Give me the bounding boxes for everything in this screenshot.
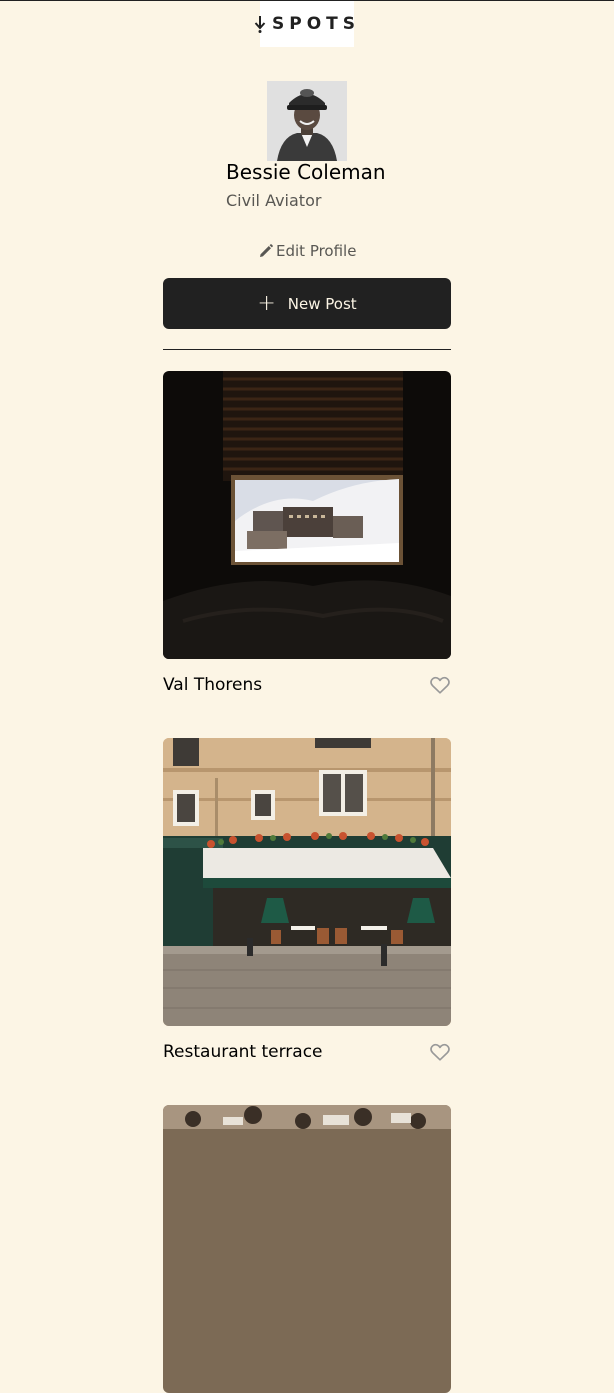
logo-text: SPOTS bbox=[272, 14, 360, 34]
header: SPOTS bbox=[254, 1, 355, 47]
spots-logo-icon bbox=[254, 16, 266, 33]
card-footer: Val Thorens bbox=[163, 673, 451, 697]
card bbox=[163, 1105, 451, 1393]
logo[interactable]: SPOTS bbox=[254, 14, 360, 34]
card-image[interactable] bbox=[163, 738, 451, 1026]
card-image[interactable] bbox=[163, 1105, 451, 1393]
plus-icon: + bbox=[257, 290, 276, 316]
card-title: Restaurant terrace bbox=[163, 1042, 323, 1062]
heart-icon[interactable] bbox=[429, 674, 451, 696]
edit-profile-label: Edit Profile bbox=[276, 242, 357, 260]
new-post-label: New Post bbox=[287, 294, 357, 313]
avatar-image bbox=[267, 81, 347, 161]
card-footer: Restaurant terrace bbox=[163, 1040, 451, 1064]
avatar bbox=[267, 81, 347, 161]
divider bbox=[163, 349, 451, 350]
card-title: Val Thorens bbox=[163, 675, 263, 695]
heart-icon[interactable] bbox=[429, 1041, 451, 1063]
card: Restaurant terrace bbox=[163, 738, 451, 1064]
card-image[interactable] bbox=[163, 371, 451, 659]
card: Val Thorens bbox=[163, 371, 451, 697]
edit-profile-button[interactable]: Edit Profile bbox=[259, 241, 356, 261]
profile-name: Bessie Coleman bbox=[226, 160, 386, 184]
new-post-button[interactable]: + New Post bbox=[163, 278, 451, 329]
profile-title: Civil Aviator bbox=[226, 191, 322, 210]
pencil-icon bbox=[260, 244, 273, 257]
